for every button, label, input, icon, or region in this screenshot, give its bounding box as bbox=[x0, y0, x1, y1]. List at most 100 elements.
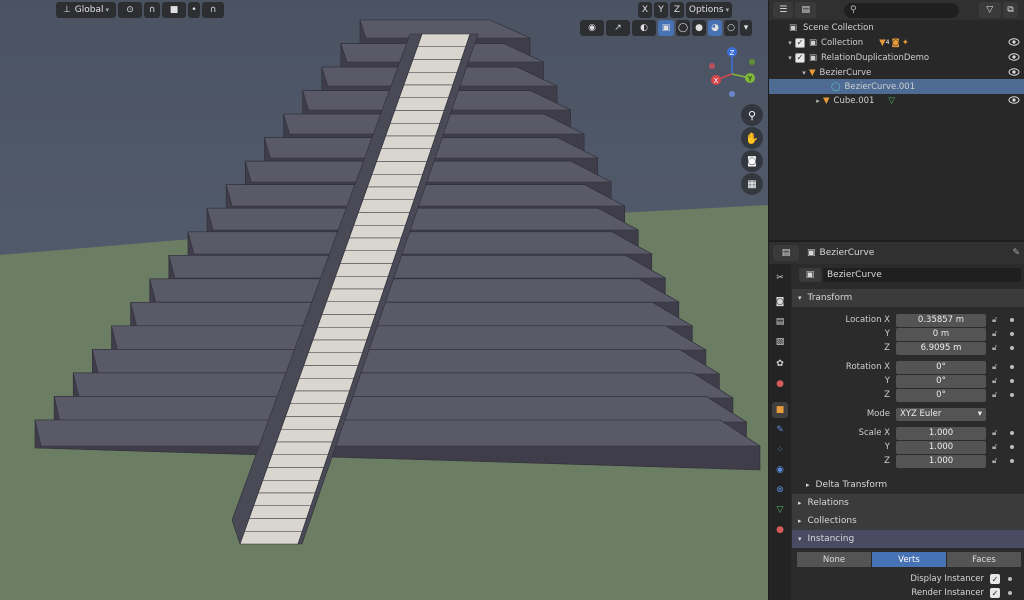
editor-type-dropdown[interactable]: ☰ bbox=[773, 2, 794, 18]
object-type-dropdown[interactable]: ▣ bbox=[799, 268, 821, 282]
exclude-checkbox[interactable]: ✓ bbox=[795, 52, 805, 63]
lock-icon[interactable]: 🔓︎ bbox=[992, 390, 1002, 400]
tab-modifiers[interactable]: ✎ bbox=[772, 422, 788, 438]
perspective-toggle-button[interactable]: ▦ bbox=[741, 173, 763, 195]
tab-output[interactable]: ▤ bbox=[772, 314, 788, 330]
expand-arrow-icon[interactable]: ▸ bbox=[813, 97, 823, 105]
lock-icon[interactable]: 🔓︎ bbox=[992, 362, 1002, 372]
instancing-panel-header[interactable]: ▾ Instancing bbox=[792, 530, 1024, 548]
tab-scene[interactable]: ✿ bbox=[772, 356, 788, 372]
keyframe-dot-icon[interactable] bbox=[1010, 332, 1014, 336]
keyframe-dot-icon[interactable] bbox=[1010, 365, 1014, 369]
lock-icon[interactable]: 🔓︎ bbox=[992, 343, 1002, 353]
tab-world[interactable]: ● bbox=[772, 376, 788, 392]
mirror-x-toggle[interactable]: X bbox=[638, 2, 652, 18]
scale-z-field[interactable]: 1.000 bbox=[896, 454, 986, 468]
snap-toggle[interactable]: ∩ bbox=[144, 2, 160, 18]
mirror-y-toggle[interactable]: Y bbox=[654, 2, 668, 18]
expand-arrow-icon[interactable]: ▾ bbox=[785, 54, 795, 62]
instancing-verts-option[interactable]: Verts bbox=[872, 552, 946, 567]
properties-editor-dropdown[interactable]: ▤ bbox=[773, 245, 799, 261]
keyframe-dot-icon[interactable] bbox=[1010, 459, 1014, 463]
shading-rendered[interactable]: ○ bbox=[724, 20, 738, 36]
tab-physics[interactable]: ◉ bbox=[772, 462, 788, 478]
outliner-row-scene-collection[interactable]: ▣ Scene Collection bbox=[769, 20, 1024, 35]
navigation-gizmo[interactable]: Z Y X bbox=[706, 44, 758, 100]
keyframe-dot-icon[interactable] bbox=[1010, 431, 1014, 435]
tab-view-layer[interactable]: ▧ bbox=[772, 334, 788, 350]
pin-icon[interactable]: ✎ bbox=[1012, 248, 1020, 258]
shading-solid[interactable]: ● bbox=[692, 20, 706, 36]
3d-viewport[interactable]: ⊥ Global ▾ ⊙ ∩ ■ • ∩ X Y Z Options ▾ ◉ ↗ … bbox=[0, 0, 768, 600]
lock-icon[interactable]: 🔓︎ bbox=[992, 376, 1002, 386]
falloff-dropdown[interactable]: ∩ bbox=[202, 2, 224, 18]
camera-view-button[interactable]: ◙ bbox=[741, 150, 763, 172]
lock-icon[interactable]: 🔓︎ bbox=[992, 315, 1002, 325]
lock-icon[interactable]: 🔓︎ bbox=[992, 329, 1002, 339]
overlays-toggle[interactable]: ◐ bbox=[632, 20, 656, 36]
outliner-row-collection[interactable]: ▾ ✓ ▣ Collection ▼ 4 ◙ ✦ bbox=[769, 35, 1024, 50]
exclude-checkbox[interactable]: ✓ bbox=[795, 37, 805, 48]
rotation-mode-dropdown[interactable]: XYZ Euler ▾ bbox=[896, 407, 986, 421]
keyframe-dot-icon[interactable] bbox=[1010, 393, 1014, 397]
lock-icon[interactable]: 🔓︎ bbox=[992, 428, 1002, 438]
expand-arrow-icon[interactable]: ▾ bbox=[785, 39, 795, 47]
lock-icon[interactable]: 🔓︎ bbox=[992, 456, 1002, 466]
xray-toggle[interactable]: ▣ bbox=[658, 20, 674, 36]
snap-target-dropdown[interactable]: ■ bbox=[162, 2, 186, 18]
scale-y-field[interactable]: 1.000 bbox=[896, 440, 986, 454]
relations-panel-header[interactable]: ▸ Relations bbox=[792, 494, 1024, 512]
render-instancer-checkbox[interactable]: ✓ bbox=[990, 588, 1000, 598]
tab-object[interactable]: ■ bbox=[772, 402, 788, 418]
shading-material[interactable]: ◕ bbox=[708, 20, 722, 36]
tab-material[interactable]: ● bbox=[772, 522, 788, 538]
mirror-z-toggle[interactable]: Z bbox=[670, 2, 684, 18]
tab-tool[interactable]: ✂ bbox=[772, 270, 788, 286]
keyframe-dot-icon[interactable] bbox=[1010, 445, 1014, 449]
collections-panel-header[interactable]: ▸ Collections bbox=[792, 512, 1024, 530]
scale-x-field[interactable]: 1.000 bbox=[896, 426, 986, 440]
location-x-field[interactable]: 0.35857 m bbox=[896, 313, 986, 327]
instancing-none-option[interactable]: None bbox=[797, 552, 871, 567]
options-dropdown[interactable]: Options ▾ bbox=[686, 2, 732, 18]
outliner-search-input[interactable]: ⚲ bbox=[843, 2, 959, 18]
keyframe-dot-icon[interactable] bbox=[1008, 577, 1012, 581]
keyframe-dot-icon[interactable] bbox=[1010, 318, 1014, 322]
display-instancer-checkbox[interactable]: ✓ bbox=[990, 574, 1000, 584]
display-mode-dropdown[interactable]: ▤ bbox=[795, 2, 816, 18]
orientation-dropdown[interactable]: ⊥ Global ▾ bbox=[56, 2, 116, 18]
filter-dropdown[interactable]: ▽ bbox=[978, 2, 1001, 18]
shading-dropdown[interactable]: ▾ bbox=[740, 20, 752, 36]
proportional-edit-toggle[interactable]: • bbox=[188, 2, 200, 18]
keyframe-dot-icon[interactable] bbox=[1010, 346, 1014, 350]
delta-transform-subpanel[interactable]: ▸ Delta Transform bbox=[792, 478, 1024, 492]
pivot-point-dropdown[interactable]: ⊙ bbox=[118, 2, 142, 18]
visibility-eye-icon[interactable] bbox=[1008, 36, 1020, 48]
visibility-eye-icon[interactable] bbox=[1008, 94, 1020, 106]
rotation-y-field[interactable]: 0° bbox=[896, 374, 986, 388]
rotation-x-field[interactable]: 0° bbox=[896, 360, 986, 374]
keyframe-dot-icon[interactable] bbox=[1008, 591, 1012, 595]
tab-particles[interactable]: ⁘ bbox=[772, 442, 788, 458]
visibility-eye-icon[interactable] bbox=[1008, 51, 1020, 63]
zoom-button[interactable]: ⚲ bbox=[741, 104, 763, 126]
lock-icon[interactable]: 🔓︎ bbox=[992, 442, 1002, 452]
tab-render[interactable]: ◙ bbox=[772, 294, 788, 310]
gizmo-toggle[interactable]: ↗ bbox=[606, 20, 630, 36]
location-z-field[interactable]: 6.9095 m bbox=[896, 341, 986, 355]
outliner-row-beziercurve-001[interactable]: ◯ BezierCurve.001 bbox=[769, 79, 1024, 94]
instancing-faces-option[interactable]: Faces bbox=[947, 552, 1021, 567]
shading-wireframe[interactable]: ◯ bbox=[676, 20, 690, 36]
tab-constraints[interactable]: ⊗ bbox=[772, 482, 788, 498]
location-y-field[interactable]: 0 m bbox=[896, 327, 986, 341]
expand-arrow-icon[interactable]: ▾ bbox=[799, 69, 809, 77]
rotation-z-field[interactable]: 0° bbox=[896, 388, 986, 402]
tab-data[interactable]: ▽ bbox=[772, 502, 788, 518]
object-name-field[interactable]: BezierCurve bbox=[823, 268, 1021, 282]
outliner-row-beziercurve[interactable]: ▾ ▼ BezierCurve bbox=[769, 65, 1024, 80]
new-collection-button[interactable]: ⧉ bbox=[1002, 2, 1018, 18]
visibility-eye-icon[interactable] bbox=[1008, 66, 1020, 78]
transform-panel-header[interactable]: ▾ Transform bbox=[792, 289, 1024, 307]
keyframe-dot-icon[interactable] bbox=[1010, 379, 1014, 383]
pan-button[interactable]: ✋ bbox=[741, 127, 763, 149]
